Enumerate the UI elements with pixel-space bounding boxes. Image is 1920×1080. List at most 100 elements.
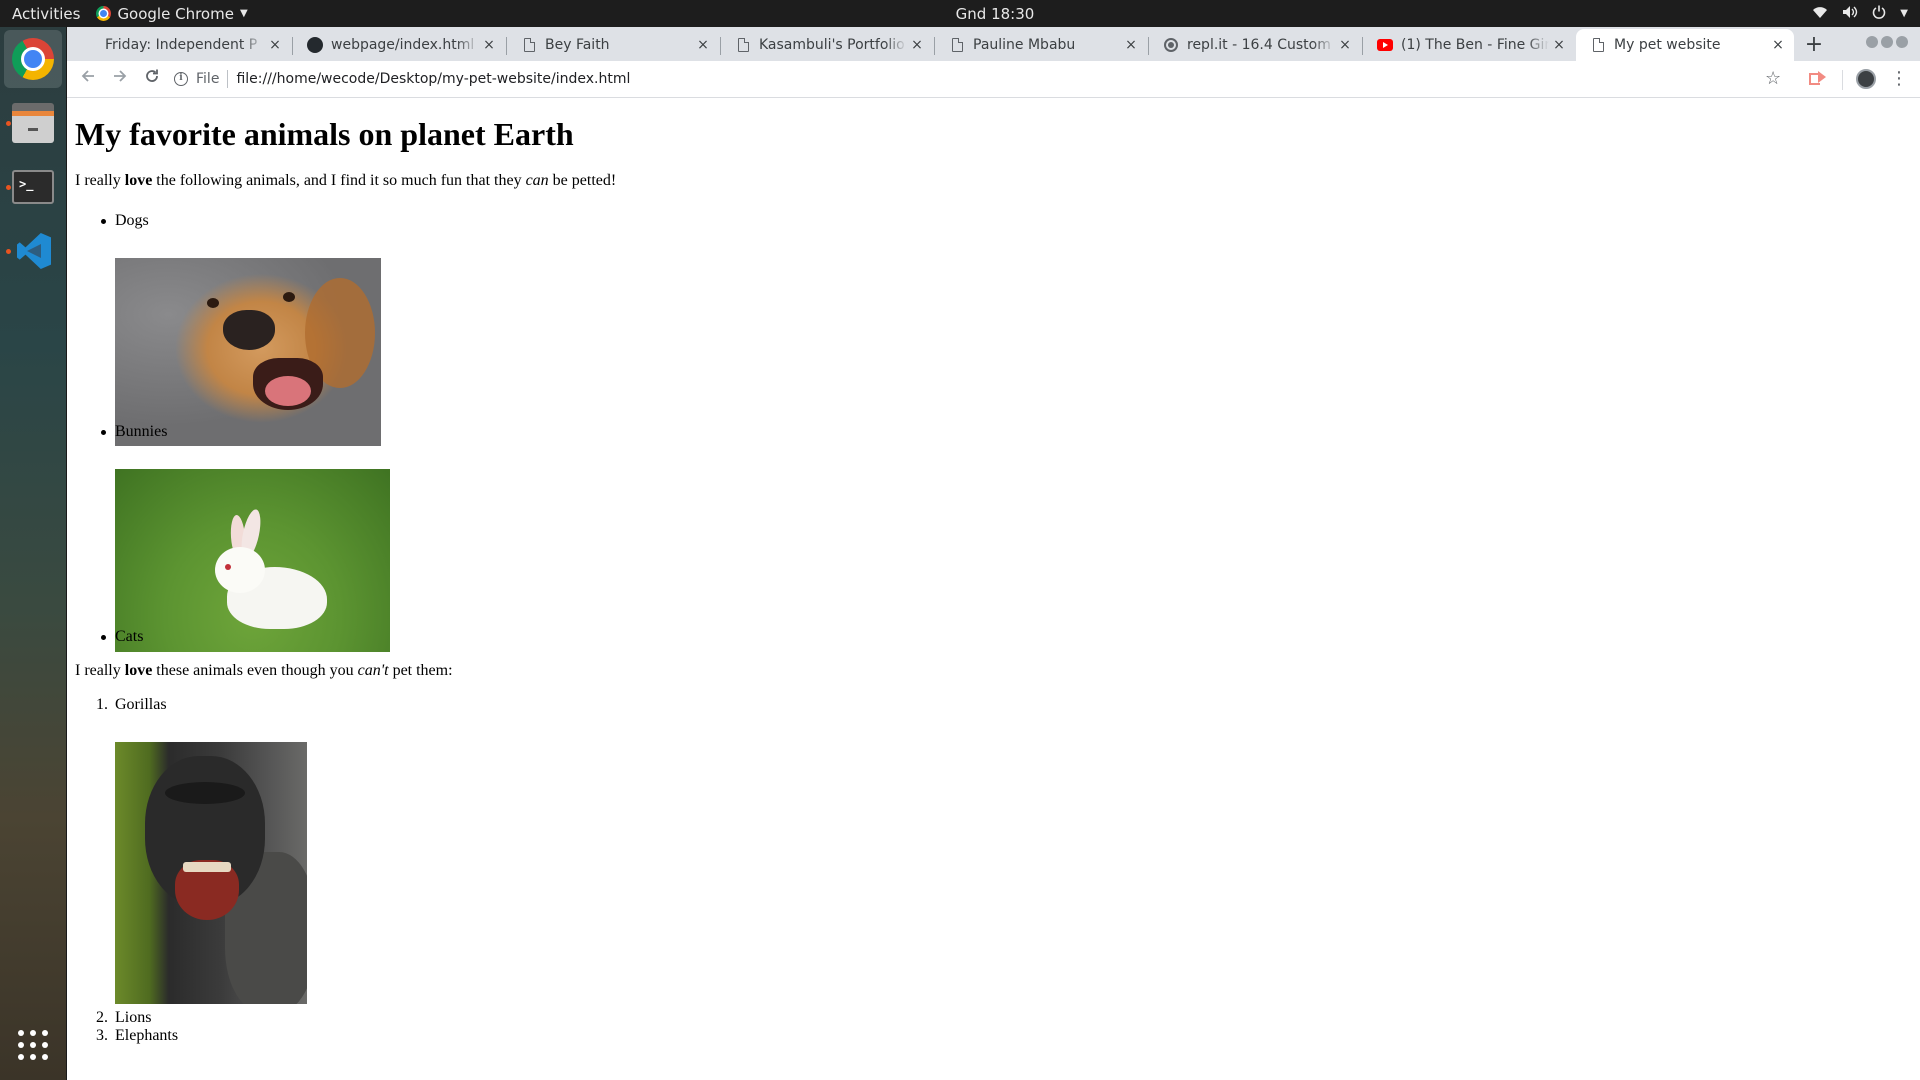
emphasis-can: can xyxy=(525,172,549,189)
close-icon[interactable]: × xyxy=(693,37,713,53)
tab-friday-independent[interactable]: Friday: Independent P × xyxy=(67,29,291,61)
dock-terminal[interactable]: >_ xyxy=(4,158,62,216)
tab-pauline-mbabu[interactable]: Pauline Mbabu × xyxy=(935,29,1147,61)
system-tray[interactable]: ▼ xyxy=(1812,0,1908,27)
close-icon[interactable]: × xyxy=(479,37,499,53)
app-menu-label: Google Chrome xyxy=(117,4,234,23)
text: be petted! xyxy=(548,172,617,189)
list-item-gorillas: 1. Gorillas xyxy=(96,696,167,714)
window-controls[interactable] xyxy=(1866,36,1908,48)
text: these animals even though you xyxy=(152,662,358,679)
document-icon xyxy=(949,37,965,53)
bookmark-star-icon[interactable]: ☆ xyxy=(1765,68,1781,89)
dock-files[interactable] xyxy=(4,94,62,152)
scheme-label: File xyxy=(196,71,220,87)
close-window-icon[interactable] xyxy=(1896,36,1908,48)
clock-label[interactable]: Gnd 18:30 xyxy=(956,5,1035,23)
golden-retriever-photo xyxy=(115,258,381,446)
close-icon[interactable]: × xyxy=(1768,37,1788,53)
tab-my-pet-website[interactable]: My pet website × xyxy=(1576,29,1794,61)
kebab-menu-icon[interactable]: ⋮ xyxy=(1890,66,1908,92)
text: the following animals, and I find it so … xyxy=(152,172,526,189)
list-item-label: Elephants xyxy=(115,1027,179,1044)
tab-replit[interactable]: repl.it - 16.4 Custom P × xyxy=(1149,29,1361,61)
text: pet them: xyxy=(388,662,453,679)
reload-icon xyxy=(146,69,158,82)
extension-icon[interactable] xyxy=(1809,70,1827,85)
emphasis-love: love xyxy=(124,172,153,189)
tab-title: webpage/index.html xyxy=(331,37,475,53)
power-icon xyxy=(1872,5,1886,23)
forward-button[interactable] xyxy=(106,65,134,93)
volume-icon xyxy=(1842,5,1858,23)
list-item-label: Gorillas xyxy=(115,696,167,713)
browser-toolbar: i File file:///home/wecode/Desktop/my-pe… xyxy=(67,61,1920,98)
terminal-icon: >_ xyxy=(12,170,54,204)
tab-bey-faith[interactable]: Bey Faith × xyxy=(507,29,719,61)
files-icon xyxy=(12,103,54,143)
tab-kasambuli-portfolio[interactable]: Kasambuli's Portfolio × xyxy=(721,29,933,61)
list-item-elephants: 3. Elephants xyxy=(96,1027,179,1045)
show-apps-icon[interactable] xyxy=(18,1030,48,1060)
tab-webpage-index[interactable]: webpage/index.html × xyxy=(293,29,505,61)
running-indicator xyxy=(6,185,11,190)
toolbar-divider xyxy=(1842,70,1843,90)
tab-title: My pet website xyxy=(1614,37,1721,53)
wifi-icon xyxy=(1812,5,1828,23)
close-icon[interactable]: × xyxy=(907,37,927,53)
profile-avatar[interactable] xyxy=(1856,69,1876,89)
list-number: 2. xyxy=(96,1009,108,1026)
list-item-label: Lions xyxy=(115,1009,152,1026)
text: I really xyxy=(75,662,125,679)
omnibox-divider xyxy=(227,70,229,88)
page-content: My favorite animals on planet Earth I re… xyxy=(67,99,1920,1080)
emphasis-love: love xyxy=(124,662,153,679)
document-icon xyxy=(1590,37,1606,53)
gorilla-photo xyxy=(115,742,307,1004)
new-tab-button[interactable]: + xyxy=(1800,32,1828,60)
github-icon xyxy=(307,37,323,53)
close-icon[interactable]: × xyxy=(265,37,285,53)
close-icon[interactable]: × xyxy=(1549,37,1569,53)
url-text[interactable]: file:///home/wecode/Desktop/my-pet-websi… xyxy=(236,71,630,87)
list-item-cats: Cats xyxy=(101,628,144,646)
activities-button[interactable]: Activities xyxy=(0,0,92,27)
close-icon[interactable]: × xyxy=(1121,37,1141,53)
list-item-label: Cats xyxy=(115,628,144,645)
bullet xyxy=(101,219,106,224)
list-item-dogs: Dogs xyxy=(101,212,149,230)
tab-title: Kasambuli's Portfolio xyxy=(759,37,905,53)
maximize-icon[interactable] xyxy=(1881,36,1893,48)
bullet xyxy=(101,635,106,640)
chrome-icon xyxy=(12,38,54,80)
caret-down-icon: ▼ xyxy=(239,8,248,19)
emphasis-cant: can't xyxy=(357,662,389,679)
tab-title: Pauline Mbabu xyxy=(973,37,1076,53)
text: I really xyxy=(75,172,125,189)
activities-label: Activities xyxy=(12,4,81,23)
caret-down-icon: ▼ xyxy=(1900,8,1908,19)
tab-title: Bey Faith xyxy=(545,37,610,53)
running-indicator xyxy=(6,249,11,254)
close-icon[interactable]: × xyxy=(1335,37,1355,53)
reload-button[interactable] xyxy=(138,65,166,93)
dock-chrome[interactable] xyxy=(4,30,62,88)
intro-paragraph-pettable: I really love the following animals, and… xyxy=(75,172,616,190)
app-menu[interactable]: Google Chrome ▼ xyxy=(96,0,248,27)
address-bar[interactable]: i File file:///home/wecode/Desktop/my-pe… xyxy=(174,63,1874,95)
list-number: 1. xyxy=(96,696,108,713)
dock-vscode[interactable] xyxy=(4,222,62,280)
info-icon[interactable]: i xyxy=(174,72,188,86)
tab-title: (1) The Ben - Fine Girl xyxy=(1401,37,1549,53)
tab-youtube-the-ben[interactable]: (1) The Ben - Fine Girl × xyxy=(1363,29,1575,61)
blank-icon xyxy=(81,37,97,53)
list-number: 3. xyxy=(96,1027,108,1044)
back-button[interactable] xyxy=(74,65,102,93)
minimize-icon[interactable] xyxy=(1866,36,1878,48)
intro-paragraph-non-pettable: I really love these animals even though … xyxy=(75,662,453,680)
list-item-label: Bunnies xyxy=(115,423,168,440)
youtube-icon xyxy=(1377,37,1393,53)
list-item-label: Dogs xyxy=(115,212,149,229)
gnome-top-bar: Activities Google Chrome ▼ Gnd 18:30 ▼ xyxy=(0,0,1920,27)
vscode-icon xyxy=(13,231,53,271)
